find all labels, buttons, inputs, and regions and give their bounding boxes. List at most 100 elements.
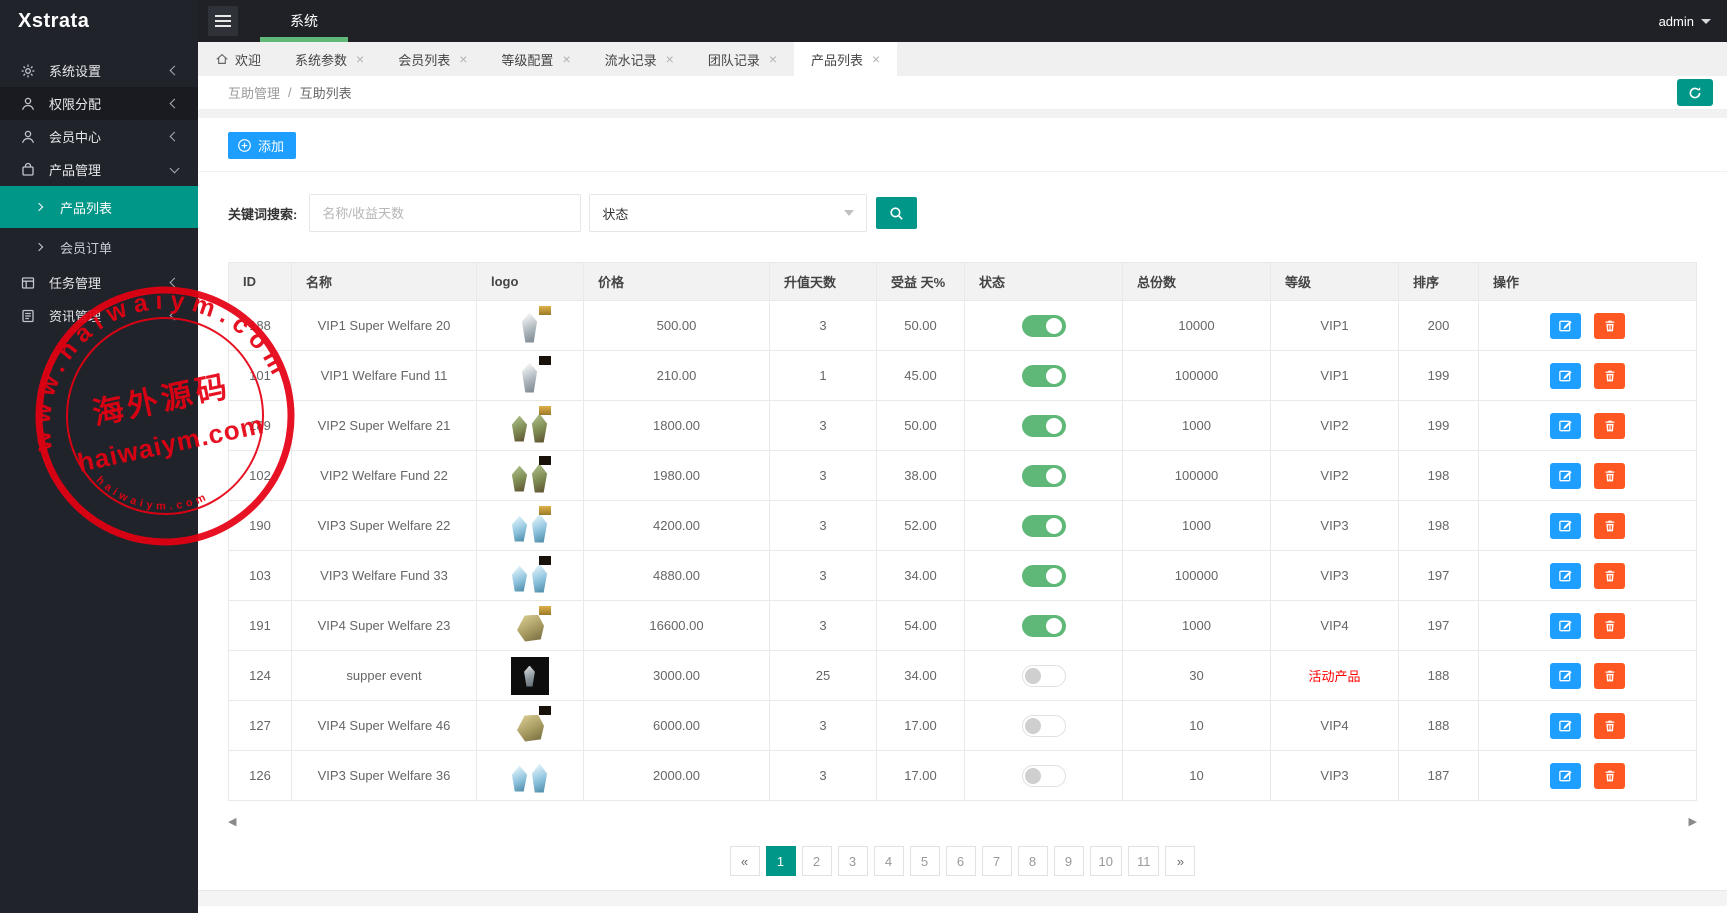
sidebar-item-system-settings[interactable]: 系统设置 xyxy=(0,54,198,87)
delete-button[interactable] xyxy=(1594,512,1626,539)
breadcrumb-separator: / xyxy=(288,85,292,100)
tab[interactable]: 团队记录 × xyxy=(691,42,794,76)
tab-close-icon[interactable]: × xyxy=(459,51,467,67)
page-button[interactable]: 11 xyxy=(1127,846,1160,876)
sidebar-subitem-label: 会员订单 xyxy=(60,240,113,256)
add-button[interactable]: 添加 xyxy=(228,132,297,159)
tab[interactable]: 欢迎 × xyxy=(198,42,278,76)
status-toggle[interactable] xyxy=(1021,764,1066,787)
horizontal-scroll-hint: ◀ ▶ xyxy=(228,815,1697,828)
status-toggle[interactable] xyxy=(1021,564,1066,587)
status-toggle[interactable] xyxy=(1021,664,1066,687)
sidebar-item-tasks[interactable]: 任务管理 xyxy=(0,266,198,299)
delete-button[interactable] xyxy=(1594,362,1626,389)
refresh-button[interactable] xyxy=(1677,79,1713,106)
tab-close-icon[interactable]: × xyxy=(666,51,674,67)
sidebar-item-news[interactable]: 资讯管理 xyxy=(0,299,198,332)
toggle-knob xyxy=(1045,467,1062,484)
main-area: 系统 admin 欢迎 × 系统参数 × 会员列表 × 等级配置 × 流水记录 … xyxy=(198,0,1727,913)
page-button[interactable]: « xyxy=(729,846,760,876)
cell-level: VIP2 xyxy=(1270,400,1399,451)
tab[interactable]: 等级配置 × xyxy=(484,42,587,76)
tab[interactable]: 产品列表 × xyxy=(794,42,898,76)
scroll-right-icon[interactable]: ▶ xyxy=(1689,815,1697,828)
page-button[interactable]: 1 xyxy=(765,846,796,876)
cell-price: 500.00 xyxy=(583,300,770,351)
edit-button[interactable] xyxy=(1549,662,1581,689)
edit-button[interactable] xyxy=(1549,362,1581,389)
tab-close-icon[interactable]: × xyxy=(872,51,880,67)
edit-button[interactable] xyxy=(1549,562,1581,589)
keyword-input[interactable] xyxy=(309,194,582,232)
edit-button[interactable] xyxy=(1549,762,1581,789)
status-toggle[interactable] xyxy=(1021,514,1066,537)
logo-badge xyxy=(539,605,551,615)
status-toggle[interactable] xyxy=(1021,414,1066,437)
status-toggle[interactable] xyxy=(1021,314,1066,337)
page-button[interactable]: 4 xyxy=(873,846,904,876)
page-button[interactable]: 10 xyxy=(1089,846,1122,876)
page-button[interactable]: 6 xyxy=(945,846,976,876)
sidebar-item-products[interactable]: 产品管理 xyxy=(0,153,198,186)
task-panel-icon xyxy=(21,276,35,289)
delete-button[interactable] xyxy=(1594,662,1626,689)
sidebar-subitem-product-list[interactable]: 产品列表 xyxy=(0,186,198,228)
table-row: 126 VIP3 Super Welfare 36 2000.00 3 17.0… xyxy=(228,750,1697,801)
trash-icon xyxy=(1605,520,1615,531)
tab[interactable]: 会员列表 × xyxy=(381,42,484,76)
delete-button[interactable] xyxy=(1594,712,1626,739)
column-header: 总份数 xyxy=(1122,262,1271,301)
tab-label: 系统参数 xyxy=(295,52,348,68)
delete-button[interactable] xyxy=(1594,762,1626,789)
cell-price: 210.00 xyxy=(583,350,770,401)
sidebar-item-permissions[interactable]: 权限分配 xyxy=(0,87,198,120)
edit-button[interactable] xyxy=(1549,462,1581,489)
status-select[interactable]: 状态 xyxy=(589,194,868,232)
cell-status xyxy=(964,650,1123,701)
delete-button[interactable] xyxy=(1594,312,1626,339)
delete-button[interactable] xyxy=(1594,562,1626,589)
edit-button[interactable] xyxy=(1549,412,1581,439)
sidebar-item-members[interactable]: 会员中心 xyxy=(0,120,198,153)
cell-total: 1000 xyxy=(1122,500,1271,551)
product-logo-image xyxy=(507,455,553,496)
scroll-left-icon[interactable]: ◀ xyxy=(228,815,236,828)
brand-logo: Xstrata xyxy=(18,10,90,32)
cell-status xyxy=(964,400,1123,451)
delete-button[interactable] xyxy=(1594,612,1626,639)
cell-price: 1980.00 xyxy=(583,450,770,501)
sidebar-subitem-member-orders[interactable]: 会员订单 xyxy=(0,228,198,266)
page-button[interactable]: 8 xyxy=(1017,846,1048,876)
status-toggle[interactable] xyxy=(1021,614,1066,637)
hamburger-menu-button[interactable] xyxy=(208,6,238,36)
product-logo-image xyxy=(507,405,553,446)
breadcrumb-parent[interactable]: 互助管理 xyxy=(228,83,280,102)
cell-logo xyxy=(476,550,584,601)
status-toggle[interactable] xyxy=(1021,364,1066,387)
cell-days: 3 xyxy=(769,750,877,801)
page-button[interactable]: 7 xyxy=(981,846,1012,876)
page-button[interactable]: 2 xyxy=(801,846,832,876)
user-menu[interactable]: admin xyxy=(1659,14,1711,29)
status-toggle[interactable] xyxy=(1021,464,1066,487)
tab-close-icon[interactable]: × xyxy=(562,51,570,67)
page-button[interactable]: 5 xyxy=(909,846,940,876)
page-button[interactable]: » xyxy=(1165,846,1196,876)
page-button[interactable]: 9 xyxy=(1053,846,1084,876)
tab[interactable]: 流水记录 × xyxy=(588,42,691,76)
cell-sort: 199 xyxy=(1398,400,1479,451)
edit-button[interactable] xyxy=(1549,512,1581,539)
delete-button[interactable] xyxy=(1594,412,1626,439)
tab-close-icon[interactable]: × xyxy=(769,51,777,67)
edit-button[interactable] xyxy=(1549,612,1581,639)
search-button[interactable] xyxy=(876,197,918,229)
page-button[interactable]: 3 xyxy=(837,846,868,876)
status-toggle[interactable] xyxy=(1021,714,1066,737)
delete-button[interactable] xyxy=(1594,462,1626,489)
topbar-menu-system[interactable]: 系统 xyxy=(260,0,348,42)
edit-button[interactable] xyxy=(1549,312,1581,339)
edit-button[interactable] xyxy=(1549,712,1581,739)
tab-close-icon[interactable]: × xyxy=(356,51,364,67)
tab[interactable]: 系统参数 × xyxy=(278,42,381,76)
cell-id: 103 xyxy=(228,550,292,601)
